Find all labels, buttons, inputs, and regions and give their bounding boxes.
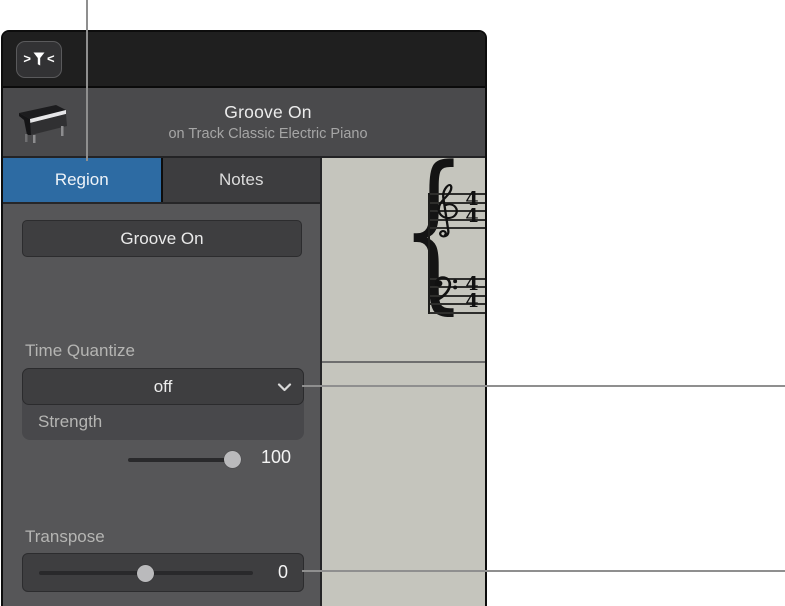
transpose-label: Transpose: [25, 527, 105, 546]
callout-line-transpose-slider: [302, 570, 785, 572]
tab-region[interactable]: Region: [3, 158, 161, 202]
time-quantize-label: Time Quantize: [25, 341, 135, 360]
treble-time-signature: 4 4: [461, 190, 483, 227]
score-preview-area: {4 4 4 4: [320, 144, 485, 606]
region-name-field[interactable]: Groove On: [22, 220, 302, 257]
callout-line-region-tab: [86, 0, 88, 161]
funnel-icon: [33, 52, 45, 66]
inspector-tabbar: Region Notes: [3, 158, 320, 204]
screenshot-root: > < Groove On on Track Classic Electric: [0, 0, 785, 606]
time-quantize-popup[interactable]: off: [22, 368, 304, 405]
region-inspector-column: Region Notes Groove On Time Quantize off…: [3, 158, 320, 606]
transpose-slider-thumb[interactable]: [137, 565, 154, 582]
bass-staff-line: [428, 312, 485, 314]
strength-label: Strength: [38, 412, 103, 431]
transpose-value: 0: [277, 562, 288, 582]
system-barline: [428, 193, 430, 314]
strength-value: 100: [260, 447, 291, 467]
transpose-control: 0: [22, 553, 304, 592]
time-signature-denominator: 4: [465, 290, 479, 312]
tab-notes[interactable]: Notes: [162, 158, 320, 202]
bass-clef-icon: [434, 276, 458, 302]
editor-main-area: Region Notes Groove On Time Quantize off…: [3, 144, 485, 606]
electric-piano-icon: [19, 105, 67, 143]
chevron-down-icon: [277, 383, 292, 392]
catch-filter-button[interactable]: > <: [16, 41, 62, 78]
strength-slider-thumb[interactable]: [224, 451, 241, 468]
time-signature-denominator: 4: [465, 205, 479, 227]
score-system-divider: [322, 361, 485, 363]
treble-clef-icon: [437, 183, 458, 238]
editor-inspector-panel: > < Groove On on Track Classic Electric: [1, 30, 487, 606]
bass-time-signature: 4 4: [461, 275, 483, 312]
editor-menu-bar: > <: [3, 32, 485, 88]
quantize-strength-row: Strength 100: [22, 405, 304, 468]
region-title: Groove On: [224, 102, 312, 122]
time-quantize-value: off: [153, 376, 173, 396]
filter-left-arrow-icon: >: [23, 51, 31, 66]
filter-right-arrow-icon: <: [47, 51, 55, 66]
time-quantize-group: off Strength 100: [22, 368, 304, 468]
grand-staff-brace: {: [400, 129, 467, 330]
callout-line-quantize-popup: [302, 385, 785, 387]
